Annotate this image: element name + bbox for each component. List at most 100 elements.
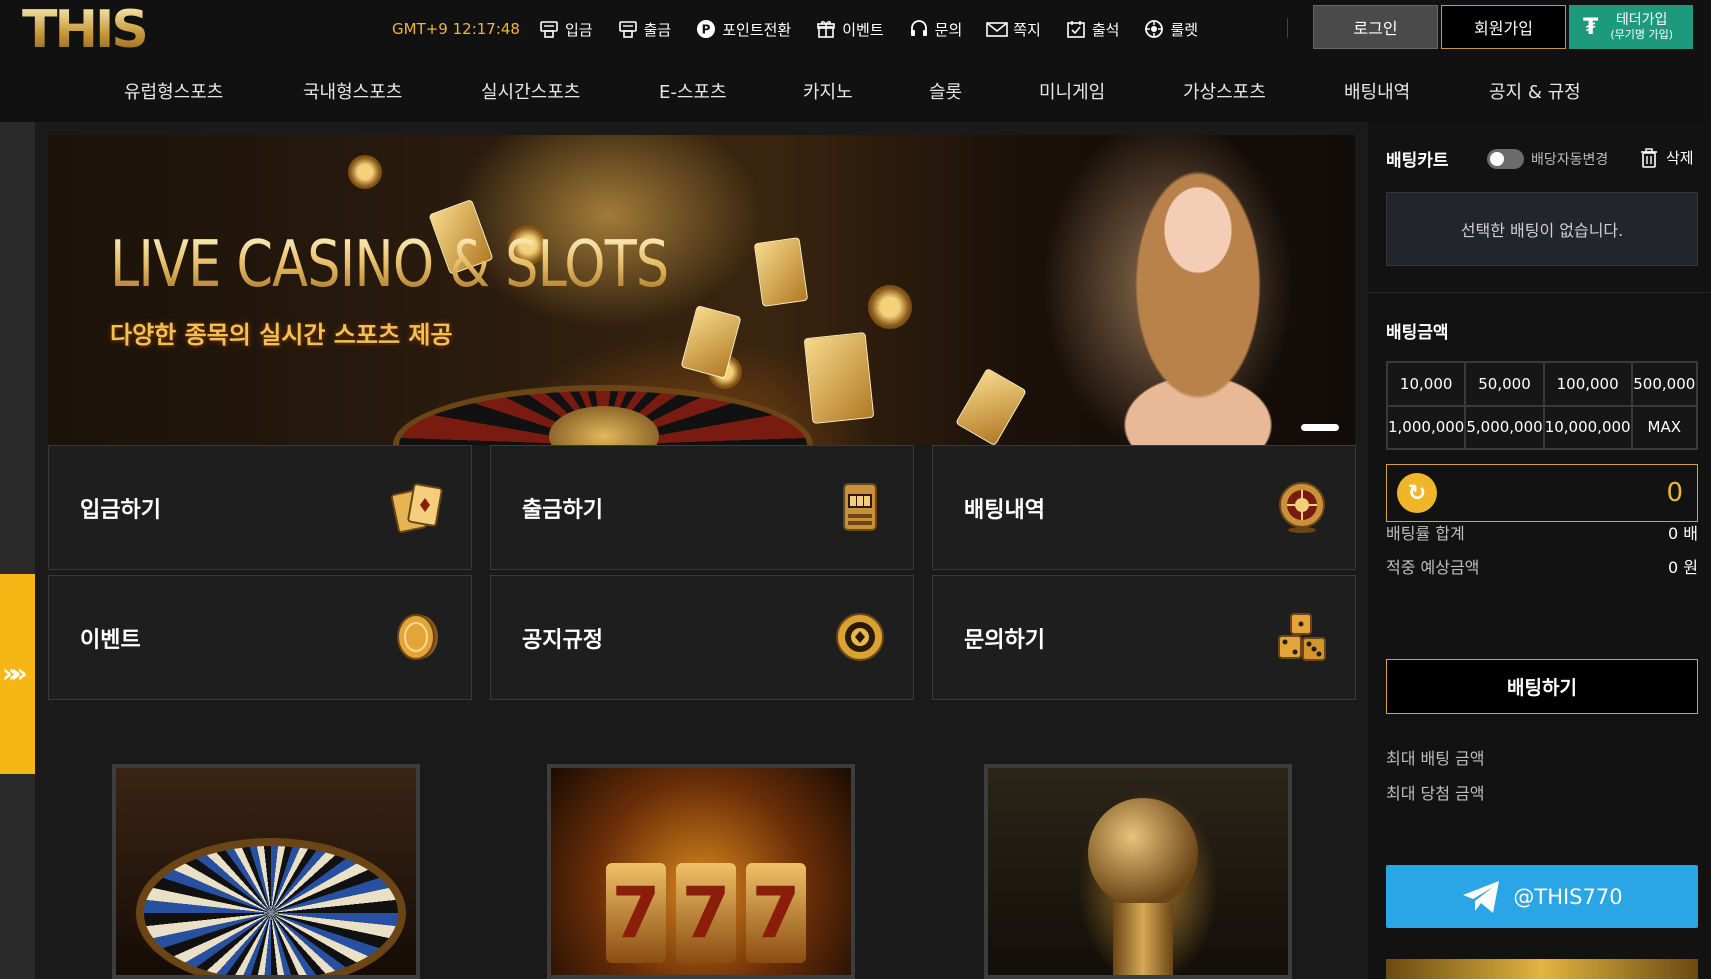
main-nav-slots[interactable]: 슬롯	[929, 78, 962, 104]
quick-tile-withdraw[interactable]: 출금하기	[490, 445, 914, 570]
main-nav-casino[interactable]: 카지노	[803, 78, 853, 104]
tether-label: 테더가입	[1615, 12, 1668, 28]
roulette-wheel-icon	[1273, 478, 1331, 536]
quick-tile-label: 입금하기	[80, 498, 161, 523]
bet-amount-field[interactable]: ↻ 0	[1386, 464, 1698, 522]
trophy-base-image	[1113, 903, 1173, 975]
bet-amount-presets: 10,000 50,000 100,000 500,000 1,000,000 …	[1386, 361, 1698, 450]
calendar-check-icon	[1065, 18, 1087, 40]
game-card-slots[interactable]: 7 7 7	[547, 764, 855, 979]
amount-preset-button[interactable]: 10,000,000	[1543, 405, 1632, 449]
main-nav-minigame[interactable]: 미니게임	[1039, 78, 1105, 104]
main-nav-bet-history[interactable]: 배팅내역	[1344, 78, 1410, 104]
card-decoration	[753, 237, 809, 307]
signup-button[interactable]: 회원가입	[1441, 5, 1566, 49]
sidebar-expand-tab[interactable]: »»	[0, 574, 35, 774]
top-nav-point-convert[interactable]: P 포인트전환	[695, 18, 791, 40]
amount-preset-button[interactable]: 10,000	[1387, 362, 1466, 406]
bottom-banner-strip	[1386, 959, 1698, 979]
headset-icon	[908, 18, 930, 40]
place-bet-button[interactable]: 배팅하기	[1386, 659, 1698, 714]
chip-decoration	[348, 155, 382, 189]
chip-decoration	[868, 285, 912, 329]
telegram-contact-button[interactable]: @THIS770	[1386, 865, 1698, 928]
clear-slip-label: 삭제	[1666, 149, 1694, 167]
top-nav-label: 출금	[643, 20, 672, 39]
svg-text:P: P	[702, 23, 711, 37]
quick-tile-label: 배팅내역	[964, 498, 1045, 523]
divider	[1287, 18, 1288, 38]
amount-max-button[interactable]: MAX	[1631, 405, 1697, 449]
main-nav: 유럽형스포츠 국내형스포츠 실시간스포츠 E-스포츠 카지노 슬롯 미니게임 가…	[0, 70, 1581, 110]
bet-amount-value: 0	[1666, 478, 1683, 508]
empty-slip-message: 선택한 배팅이 없습니다.	[1386, 192, 1698, 266]
carousel-indicator[interactable]	[1301, 424, 1339, 431]
game-card-roulette[interactable]	[112, 764, 420, 979]
tether-icon: ₮	[1583, 14, 1599, 40]
main-nav-live-sports[interactable]: 실시간스포츠	[481, 78, 580, 104]
chip-icon	[831, 608, 889, 666]
top-nav-event[interactable]: 이벤트	[815, 18, 884, 40]
amount-preset-button[interactable]: 500,000	[1631, 362, 1697, 406]
mail-icon	[986, 18, 1009, 40]
roulette-icon	[1143, 18, 1165, 40]
max-win-label: 최대 당첨 금액	[1386, 784, 1485, 803]
banner-title: LIVE CASINO & SLOTS	[110, 228, 669, 302]
max-bet-label: 최대 배팅 금액	[1386, 749, 1485, 768]
top-nav-label: 이벤트	[842, 20, 884, 39]
main-nav-esports[interactable]: E-스포츠	[659, 78, 727, 104]
trophy-image	[1088, 798, 1198, 908]
amount-preset-button[interactable]: 50,000	[1465, 362, 1544, 406]
odds-total-label: 배팅률 합계	[1386, 524, 1465, 543]
dice-icon	[1273, 608, 1331, 666]
top-nav-roulette[interactable]: 룰렛	[1143, 18, 1198, 40]
main-nav-notice-rules[interactable]: 공지 & 규정	[1489, 78, 1581, 104]
quick-tile-notice[interactable]: 공지규정	[490, 575, 914, 700]
quick-tile-deposit[interactable]: 입금하기	[48, 445, 472, 570]
clear-slip-button[interactable]: 삭제	[1640, 147, 1694, 168]
header: THIS GMT+9 12:17:48 입금 출금 P 포인트전환 이벤트 문의…	[0, 0, 1711, 122]
slot-reels-image: 7 7 7	[606, 863, 806, 963]
main-nav-virtual-sports[interactable]: 가상스포츠	[1183, 78, 1266, 104]
roulette-image	[136, 838, 406, 975]
deposit-icon	[538, 18, 560, 40]
amount-preset-button[interactable]: 100,000	[1543, 362, 1632, 406]
amount-preset-button[interactable]: 5,000,000	[1465, 405, 1544, 449]
top-nav-inquiry[interactable]: 문의	[908, 18, 963, 40]
tether-signup-button[interactable]: ₮ 테더가입 (무기명 가입)	[1569, 5, 1693, 49]
server-clock: GMT+9 12:17:48	[392, 20, 520, 38]
top-nav-label: 쪽지	[1013, 20, 1041, 39]
main-nav-european-sports[interactable]: 유럽형스포츠	[124, 78, 223, 104]
hero-banner[interactable]: LIVE CASINO & SLOTS 다양한 종목의 실시간 스포츠 제공	[48, 135, 1355, 445]
main-nav-korean-sports[interactable]: 국내형스포츠	[303, 78, 402, 104]
quick-tile-label: 공지규정	[522, 628, 603, 653]
auto-odds-toggle[interactable]	[1487, 149, 1524, 169]
bet-amount-title: 배팅금액	[1386, 323, 1449, 343]
slot-reel: 7	[676, 863, 736, 963]
login-button[interactable]: 로그인	[1313, 5, 1438, 49]
top-nav-message[interactable]: 쪽지	[986, 18, 1041, 40]
top-nav-withdraw[interactable]: 출금	[617, 18, 672, 40]
amount-preset-button[interactable]: 1,000,000	[1387, 405, 1466, 449]
quick-tile-event[interactable]: 이벤트	[48, 575, 472, 700]
quick-tile-bet-history[interactable]: 배팅내역	[932, 445, 1356, 570]
top-nav-label: 입금	[565, 20, 593, 39]
top-nav-label: 문의	[934, 20, 963, 39]
slot-machine-icon	[831, 478, 889, 536]
left-sidebar-strip	[0, 122, 35, 979]
top-nav-label: 포인트전환	[722, 20, 792, 39]
expected-win-label: 적중 예상금액	[1386, 558, 1480, 577]
site-logo[interactable]: THIS	[22, 2, 149, 58]
quick-tile-label: 문의하기	[964, 628, 1045, 653]
top-nav-attendance[interactable]: 출석	[1065, 18, 1119, 40]
top-nav-deposit[interactable]: 입금	[538, 18, 593, 40]
double-chevron-right-icon: »»	[2, 659, 27, 689]
refresh-icon: ↻	[1407, 480, 1427, 506]
reset-amount-button[interactable]: ↻	[1397, 473, 1437, 513]
top-nav-label: 룰렛	[1170, 20, 1199, 39]
game-card-sports[interactable]	[984, 764, 1292, 979]
telegram-handle: @THIS770	[1513, 884, 1623, 909]
quick-tile-inquiry[interactable]: 문의하기	[932, 575, 1356, 700]
card-decoration	[803, 331, 875, 425]
app-root: THIS GMT+9 12:17:48 입금 출금 P 포인트전환 이벤트 문의…	[0, 0, 1711, 979]
